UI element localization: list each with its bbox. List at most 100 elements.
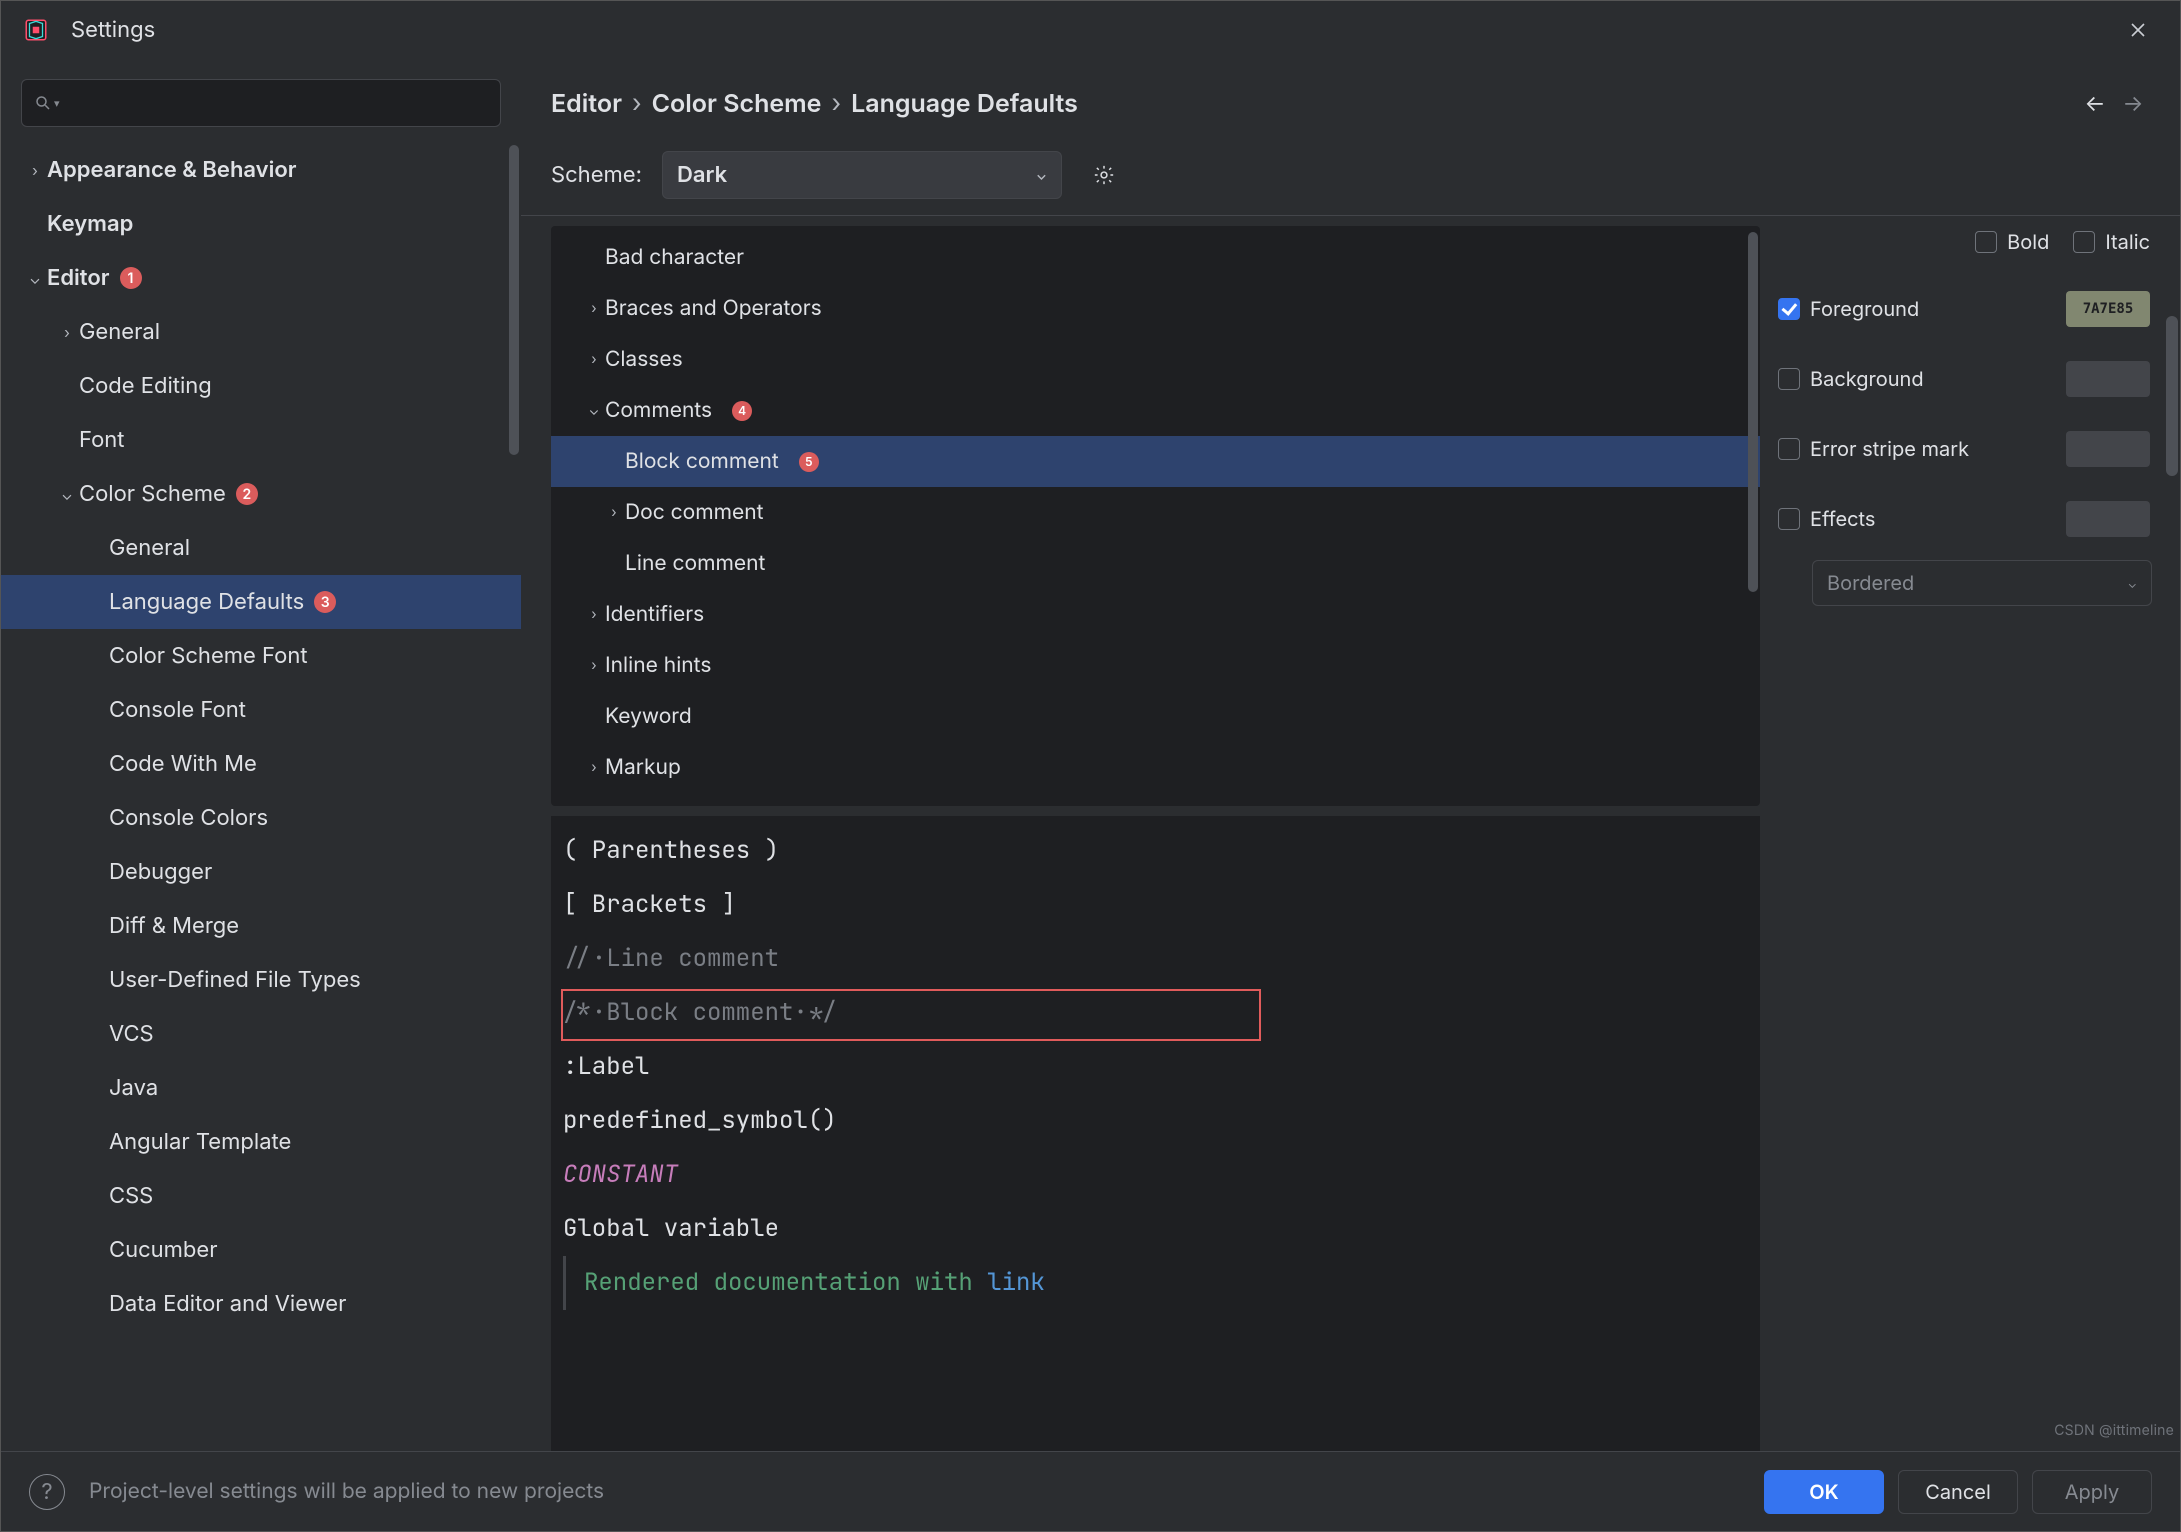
- tree-item-cs-css[interactable]: CSS: [1, 1169, 521, 1223]
- tree-item-cs-concolors[interactable]: Console Colors: [1, 791, 521, 845]
- scheme-label: Scheme:: [551, 162, 642, 188]
- breadcrumb-1[interactable]: Editor: [551, 89, 622, 119]
- scheme-gear-button[interactable]: [1082, 153, 1126, 197]
- tree-item-keymap[interactable]: Keymap: [1, 197, 521, 251]
- footer-hint: Project-level settings will be applied t…: [89, 1479, 604, 1504]
- tree-item-cs-diff[interactable]: Diff & Merge: [1, 899, 521, 953]
- tree-item-cs-java[interactable]: Java: [1, 1061, 521, 1115]
- cancel-button[interactable]: Cancel: [1898, 1470, 2018, 1514]
- tree-item-label: Console Colors: [109, 805, 268, 831]
- tree-item-editor[interactable]: ⌄Editor1: [1, 251, 521, 305]
- nav-forward-button: →: [2116, 87, 2150, 121]
- tree-item-label: Java: [109, 1075, 158, 1101]
- search-chevron-icon: ▾: [54, 96, 60, 110]
- preview-label: :Label: [563, 1040, 1748, 1094]
- effects-swatch[interactable]: [2066, 501, 2150, 537]
- tree-item-label: Color Scheme Font: [109, 643, 308, 669]
- attr-item-label: Braces and Operators: [605, 296, 822, 321]
- tree-item-label: Data Editor and Viewer: [109, 1291, 346, 1317]
- errorstripe-label: Error stripe mark: [1810, 437, 1969, 461]
- attributes-scrollbar[interactable]: [2166, 316, 2178, 476]
- attr-item-label: Line comment: [625, 551, 765, 576]
- breadcrumb-2[interactable]: Color Scheme: [652, 89, 822, 119]
- tree-item-cs-vcs[interactable]: VCS: [1, 1007, 521, 1061]
- effects-checkbox[interactable]: Effects: [1778, 507, 1875, 531]
- tree-item-cs-cucumber[interactable]: Cucumber: [1, 1223, 521, 1277]
- attribute-tree-panel: Bad character›Braces and Operators›Class…: [551, 226, 1760, 806]
- attr-item-badchar[interactable]: Bad character: [551, 232, 1760, 283]
- preview-panel: ( Parentheses ) [ Brackets ] //·Line com…: [551, 816, 1760, 1451]
- tree-item-cs-angular[interactable]: Angular Template: [1, 1115, 521, 1169]
- attr-item-braces[interactable]: ›Braces and Operators: [551, 283, 1760, 334]
- attr-item-idents[interactable]: ›Identifiers: [551, 589, 1760, 640]
- help-button[interactable]: ?: [29, 1474, 65, 1510]
- tree-item-label: Diff & Merge: [109, 913, 239, 939]
- tree-item-cs-dataed[interactable]: Data Editor and Viewer: [1, 1277, 521, 1331]
- tree-item-cs-langdef[interactable]: Language Defaults3: [1, 575, 521, 629]
- tree-item-cs-debugger[interactable]: Debugger: [1, 845, 521, 899]
- effects-type-value: Bordered: [1827, 571, 1914, 595]
- attr-item-docc[interactable]: ›Doc comment: [551, 487, 1760, 538]
- search-icon: [34, 94, 52, 112]
- italic-checkbox[interactable]: Italic: [2073, 230, 2150, 254]
- background-checkbox[interactable]: Background: [1778, 367, 1924, 391]
- attr-item-blockc[interactable]: Block comment5: [551, 436, 1760, 487]
- badge: 5: [799, 452, 819, 472]
- preview-parens: ( Parentheses ): [563, 824, 1748, 878]
- breadcrumb: Editor › Color Scheme › Language Default…: [521, 85, 2180, 131]
- tree-item-label: VCS: [109, 1021, 154, 1047]
- effects-type-select[interactable]: Bordered ⌄: [1812, 560, 2152, 606]
- foreground-swatch[interactable]: 7A7E85: [2066, 291, 2150, 327]
- tree-item-colorscheme[interactable]: ⌄Color Scheme2: [1, 467, 521, 521]
- tree-item-appearance[interactable]: ›Appearance & Behavior: [1, 143, 521, 197]
- attr-item-comments[interactable]: ⌄Comments4: [551, 385, 1760, 436]
- attr-item-classes[interactable]: ›Classes: [551, 334, 1760, 385]
- tree-item-general[interactable]: ›General: [1, 305, 521, 359]
- tree-item-cs-console[interactable]: Console Font: [1, 683, 521, 737]
- errorstripe-swatch[interactable]: [2066, 431, 2150, 467]
- scheme-select[interactable]: Dark ⌄: [662, 151, 1062, 199]
- chevron-icon: ›: [23, 161, 47, 180]
- attr-item-keyword[interactable]: Keyword: [551, 691, 1760, 742]
- preview-link[interactable]: link: [987, 1267, 1045, 1298]
- attr-item-label: Keyword: [605, 704, 692, 729]
- tree-item-label: User-Defined File Types: [109, 967, 361, 993]
- attr-item-inlineh[interactable]: ›Inline hints: [551, 640, 1760, 691]
- attr-item-markup[interactable]: ›Markup: [551, 742, 1760, 793]
- nav-back-button[interactable]: ←: [2078, 87, 2112, 121]
- attr-item-label: Classes: [605, 347, 683, 372]
- tree-item-font[interactable]: Font: [1, 413, 521, 467]
- attr-tree-scrollbar[interactable]: [1748, 232, 1758, 592]
- search-input[interactable]: [66, 91, 488, 116]
- tree-item-cs-cwm[interactable]: Code With Me: [1, 737, 521, 791]
- effects-label: Effects: [1810, 507, 1875, 531]
- attributes-panel: Bold Italic Foreground 7A7E85: [1760, 216, 2180, 1451]
- search-input-wrap[interactable]: ▾: [21, 79, 501, 127]
- scheme-row: Scheme: Dark ⌄: [521, 131, 2180, 216]
- chevron-icon: ⌄: [55, 485, 79, 504]
- preview-predef: predefined_symbol(): [563, 1094, 1748, 1148]
- tree-item-label: Cucumber: [109, 1237, 218, 1263]
- apply-button: Apply: [2032, 1470, 2152, 1514]
- badge: 3: [314, 591, 336, 613]
- tree-item-codeedit[interactable]: Code Editing: [1, 359, 521, 413]
- window-close-button[interactable]: [2110, 8, 2166, 52]
- ok-button[interactable]: OK: [1764, 1470, 1884, 1514]
- tree-item-cs-udft[interactable]: User-Defined File Types: [1, 953, 521, 1007]
- chevron-icon: ›: [583, 759, 605, 776]
- preview-linecomment: //·Line comment: [563, 932, 1748, 986]
- tree-item-cs-general[interactable]: General: [1, 521, 521, 575]
- attr-item-linec[interactable]: Line comment: [551, 538, 1760, 589]
- tree-item-label: Font: [79, 427, 125, 453]
- titlebar: Settings: [1, 1, 2180, 59]
- attr-item-label: Doc comment: [625, 500, 764, 525]
- background-swatch[interactable]: [2066, 361, 2150, 397]
- tree-item-cs-font[interactable]: Color Scheme Font: [1, 629, 521, 683]
- background-label: Background: [1810, 367, 1924, 391]
- foreground-checkbox[interactable]: Foreground: [1778, 297, 1919, 321]
- errorstripe-checkbox[interactable]: Error stripe mark: [1778, 437, 1969, 461]
- preview-blockcomment: /*·Block comment·*/: [563, 986, 1748, 1040]
- tree-item-label: Angular Template: [109, 1129, 291, 1155]
- preview-brackets: [ Brackets ]: [563, 878, 1748, 932]
- bold-checkbox[interactable]: Bold: [1975, 230, 2049, 254]
